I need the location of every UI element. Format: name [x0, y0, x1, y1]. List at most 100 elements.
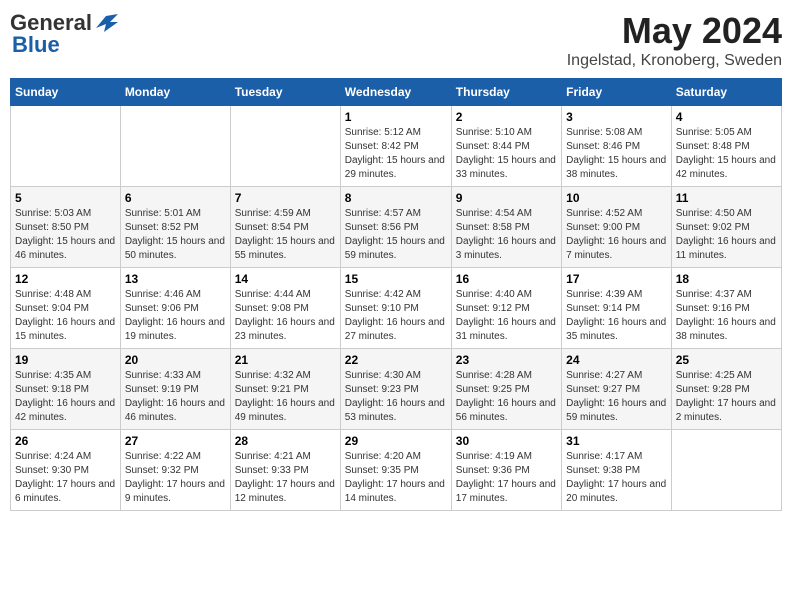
day-number: 27	[125, 434, 226, 448]
day-number: 25	[676, 353, 777, 367]
calendar-cell: 4 Sunrise: 5:05 AM Sunset: 8:48 PM Daylig…	[671, 106, 781, 187]
day-number: 13	[125, 272, 226, 286]
logo-blue-text: Blue	[12, 32, 60, 58]
calendar-cell: 22Sunrise: 4:30 AM Sunset: 9:23 PM Dayli…	[340, 349, 451, 430]
day-info: Sunrise: 4:46 AM Sunset: 9:06 PM Dayligh…	[125, 288, 226, 344]
calendar-cell: 15 Sunrise: 4:42 AM Sunset: 9:10 PM Dayli…	[340, 268, 451, 349]
day-info: Sunrise: 4:22 AM Sunset: 9:32 PM Dayligh…	[125, 450, 226, 506]
day-info: Sunrise: 4:57 AM Sunset: 8:56 PM Dayligh…	[345, 207, 447, 263]
calendar-cell: 30 Sunrise: 4:19 AM Sunset: 9:36 PM Dayli…	[451, 430, 561, 511]
calendar-cell: 24Sunrise: 4:27 AM Sunset: 9:27 PM Dayli…	[562, 349, 672, 430]
day-info: Sunrise: 4:59 AM Sunset: 8:54 PM Dayligh…	[235, 207, 336, 263]
page-header: General Blue May 2024 Ingelstad, Kronobe…	[10, 10, 782, 70]
day-info: Sunrise: 4:19 AM Sunset: 9:36 PM Dayligh…	[456, 450, 557, 506]
day-info: Sunrise: 4:54 AM Sunset: 8:58 PM Dayligh…	[456, 207, 557, 263]
day-info: Sunrise: 5:05 AM Sunset: 8:48 PM Dayligh…	[676, 126, 777, 182]
day-number: 31	[566, 434, 667, 448]
weekday-header-tuesday: Tuesday	[230, 79, 340, 106]
calendar-cell: 10Sunrise: 4:52 AM Sunset: 9:00 PM Dayli…	[562, 187, 672, 268]
calendar-cell: 14Sunrise: 4:44 AM Sunset: 9:08 PM Dayli…	[230, 268, 340, 349]
calendar-cell: 26Sunrise: 4:24 AM Sunset: 9:30 PM Dayli…	[11, 430, 121, 511]
day-number: 21	[235, 353, 336, 367]
calendar-cell: 1 Sunrise: 5:12 AM Sunset: 8:42 PM Daylig…	[340, 106, 451, 187]
calendar-cell	[671, 430, 781, 511]
day-info: Sunrise: 5:12 AM Sunset: 8:42 PM Dayligh…	[345, 126, 447, 182]
calendar-cell: 7 Sunrise: 4:59 AM Sunset: 8:54 PM Daylig…	[230, 187, 340, 268]
calendar-cell: 3Sunrise: 5:08 AM Sunset: 8:46 PM Daylig…	[562, 106, 672, 187]
weekday-header-sunday: Sunday	[11, 79, 121, 106]
logo-bird-icon	[96, 14, 118, 32]
day-number: 23	[456, 353, 557, 367]
day-info: Sunrise: 5:03 AM Sunset: 8:50 PM Dayligh…	[15, 207, 116, 263]
day-info: Sunrise: 4:35 AM Sunset: 9:18 PM Dayligh…	[15, 369, 116, 425]
title-area: May 2024 Ingelstad, Kronoberg, Sweden	[567, 10, 782, 70]
day-number: 12	[15, 272, 116, 286]
day-info: Sunrise: 4:25 AM Sunset: 9:28 PM Dayligh…	[676, 369, 777, 425]
day-number: 9	[456, 191, 557, 205]
day-number: 6	[125, 191, 226, 205]
day-info: Sunrise: 4:21 AM Sunset: 9:33 PM Dayligh…	[235, 450, 336, 506]
weekday-header-wednesday: Wednesday	[340, 79, 451, 106]
calendar-week-row: 26Sunrise: 4:24 AM Sunset: 9:30 PM Dayli…	[11, 430, 782, 511]
day-info: Sunrise: 4:17 AM Sunset: 9:38 PM Dayligh…	[566, 450, 667, 506]
day-number: 1	[345, 110, 447, 124]
calendar-cell: 20 Sunrise: 4:33 AM Sunset: 9:19 PM Dayli…	[120, 349, 230, 430]
day-info: Sunrise: 5:08 AM Sunset: 8:46 PM Dayligh…	[566, 126, 667, 182]
day-info: Sunrise: 4:33 AM Sunset: 9:19 PM Dayligh…	[125, 369, 226, 425]
day-info: Sunrise: 4:48 AM Sunset: 9:04 PM Dayligh…	[15, 288, 116, 344]
day-info: Sunrise: 4:32 AM Sunset: 9:21 PM Dayligh…	[235, 369, 336, 425]
calendar-cell: 2 Sunrise: 5:10 AM Sunset: 8:44 PM Daylig…	[451, 106, 561, 187]
day-info: Sunrise: 4:28 AM Sunset: 9:25 PM Dayligh…	[456, 369, 557, 425]
day-number: 19	[15, 353, 116, 367]
calendar-cell: 28 Sunrise: 4:21 AM Sunset: 9:33 PM Dayli…	[230, 430, 340, 511]
calendar-cell: 9 Sunrise: 4:54 AM Sunset: 8:58 PM Daylig…	[451, 187, 561, 268]
day-number: 17	[566, 272, 667, 286]
day-info: Sunrise: 4:20 AM Sunset: 9:35 PM Dayligh…	[345, 450, 447, 506]
day-number: 2	[456, 110, 557, 124]
day-number: 28	[235, 434, 336, 448]
calendar-cell: 12 Sunrise: 4:48 AM Sunset: 9:04 PM Dayli…	[11, 268, 121, 349]
day-number: 8	[345, 191, 447, 205]
calendar-cell: 19 Sunrise: 4:35 AM Sunset: 9:18 PM Dayli…	[11, 349, 121, 430]
calendar-cell: 16Sunrise: 4:40 AM Sunset: 9:12 PM Dayli…	[451, 268, 561, 349]
calendar-cell: 25 Sunrise: 4:25 AM Sunset: 9:28 PM Dayli…	[671, 349, 781, 430]
calendar-cell: 13 Sunrise: 4:46 AM Sunset: 9:06 PM Dayli…	[120, 268, 230, 349]
day-info: Sunrise: 4:39 AM Sunset: 9:14 PM Dayligh…	[566, 288, 667, 344]
calendar-week-row: 19 Sunrise: 4:35 AM Sunset: 9:18 PM Dayli…	[11, 349, 782, 430]
day-number: 20	[125, 353, 226, 367]
calendar-table: SundayMondayTuesdayWednesdayThursdayFrid…	[10, 78, 782, 511]
location-subtitle: Ingelstad, Kronoberg, Sweden	[567, 52, 782, 70]
day-number: 5	[15, 191, 116, 205]
day-info: Sunrise: 4:24 AM Sunset: 9:30 PM Dayligh…	[15, 450, 116, 506]
day-info: Sunrise: 4:42 AM Sunset: 9:10 PM Dayligh…	[345, 288, 447, 344]
day-info: Sunrise: 4:30 AM Sunset: 9:23 PM Dayligh…	[345, 369, 447, 425]
day-number: 4	[676, 110, 777, 124]
day-info: Sunrise: 4:27 AM Sunset: 9:27 PM Dayligh…	[566, 369, 667, 425]
calendar-cell: 17 Sunrise: 4:39 AM Sunset: 9:14 PM Dayli…	[562, 268, 672, 349]
calendar-cell: 31 Sunrise: 4:17 AM Sunset: 9:38 PM Dayli…	[562, 430, 672, 511]
calendar-week-row: 12 Sunrise: 4:48 AM Sunset: 9:04 PM Dayli…	[11, 268, 782, 349]
calendar-cell	[11, 106, 121, 187]
calendar-cell: 29 Sunrise: 4:20 AM Sunset: 9:35 PM Dayli…	[340, 430, 451, 511]
day-number: 30	[456, 434, 557, 448]
calendar-cell: 23 Sunrise: 4:28 AM Sunset: 9:25 PM Dayli…	[451, 349, 561, 430]
day-info: Sunrise: 4:37 AM Sunset: 9:16 PM Dayligh…	[676, 288, 777, 344]
calendar-cell: 21 Sunrise: 4:32 AM Sunset: 9:21 PM Dayli…	[230, 349, 340, 430]
day-number: 10	[566, 191, 667, 205]
day-info: Sunrise: 5:10 AM Sunset: 8:44 PM Dayligh…	[456, 126, 557, 182]
calendar-week-row: 1 Sunrise: 5:12 AM Sunset: 8:42 PM Daylig…	[11, 106, 782, 187]
calendar-cell: 18 Sunrise: 4:37 AM Sunset: 9:16 PM Dayli…	[671, 268, 781, 349]
calendar-cell: 27 Sunrise: 4:22 AM Sunset: 9:32 PM Dayli…	[120, 430, 230, 511]
day-number: 18	[676, 272, 777, 286]
day-number: 15	[345, 272, 447, 286]
weekday-header-friday: Friday	[562, 79, 672, 106]
calendar-week-row: 5 Sunrise: 5:03 AM Sunset: 8:50 PM Daylig…	[11, 187, 782, 268]
month-title: May 2024	[567, 10, 782, 52]
day-number: 16	[456, 272, 557, 286]
calendar-cell: 11Sunrise: 4:50 AM Sunset: 9:02 PM Dayli…	[671, 187, 781, 268]
day-number: 29	[345, 434, 447, 448]
weekday-header-monday: Monday	[120, 79, 230, 106]
calendar-cell	[230, 106, 340, 187]
day-info: Sunrise: 4:50 AM Sunset: 9:02 PM Dayligh…	[676, 207, 777, 263]
day-number: 7	[235, 191, 336, 205]
